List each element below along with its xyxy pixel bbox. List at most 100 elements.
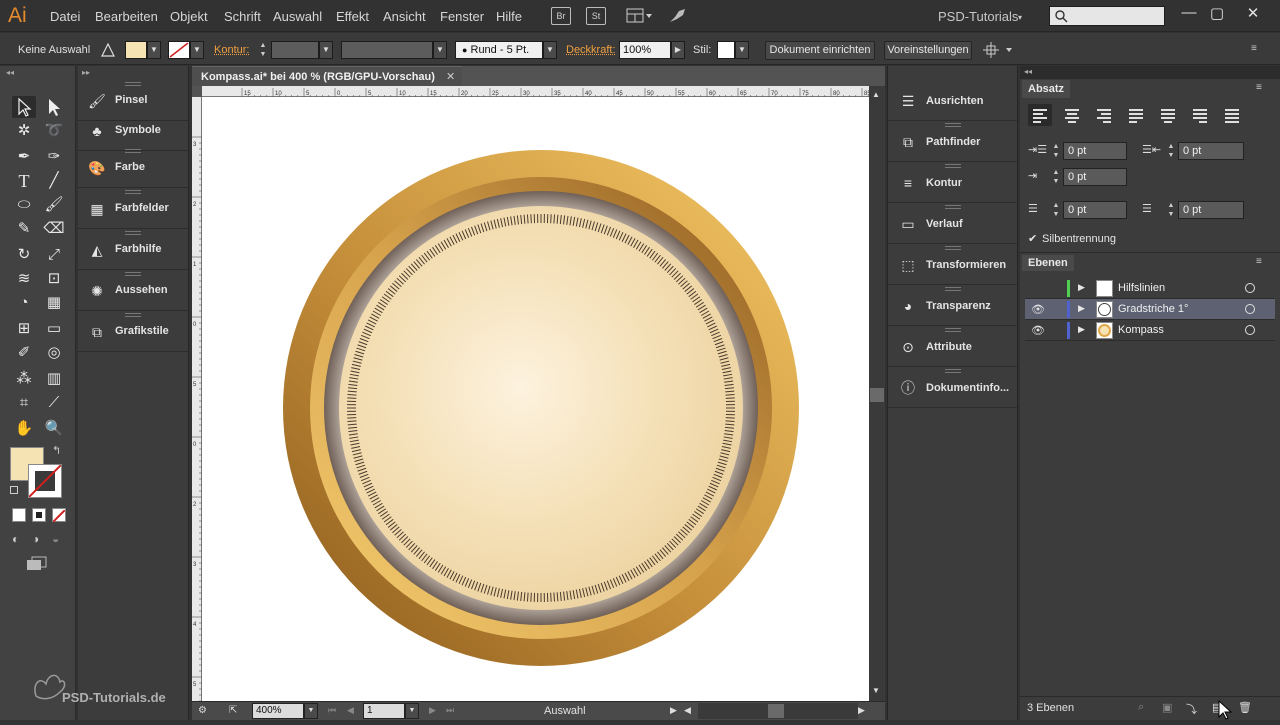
first-line-stepper[interactable]: ▲▼ <box>1050 168 1062 186</box>
none-mode-icon[interactable] <box>52 508 66 522</box>
panel-item-farbhilfe[interactable]: ◭ Farbhilfe <box>78 229 189 270</box>
horizontal-scrollbar[interactable] <box>698 703 858 719</box>
stroke-weight-stepper[interactable]: ▲▼ <box>257 41 269 59</box>
minimize-icon[interactable]: — <box>1178 4 1200 21</box>
horizontal-scroll-thumb[interactable] <box>768 704 784 718</box>
perspective-grid-tool-icon[interactable]: ▦ <box>42 292 66 314</box>
new-sublayer-icon[interactable]: ⤵ <box>1186 701 1197 717</box>
artboard-tool-icon[interactable]: ⌗ <box>12 392 36 414</box>
panel-item-transformieren[interactable]: ⬚ Transformieren <box>888 244 1019 285</box>
compass-artwork[interactable] <box>202 97 869 701</box>
variable-width-profile[interactable] <box>341 41 433 59</box>
stroke-color-swatch[interactable] <box>28 464 62 498</box>
next-artboard-icon[interactable]: ▶ <box>429 705 436 716</box>
color-mode-icon[interactable] <box>12 508 26 522</box>
selection-tool-icon[interactable] <box>12 96 36 118</box>
justify-all-button[interactable] <box>1220 104 1244 126</box>
scale-tool-icon[interactable]: ⤢ <box>42 244 66 266</box>
stroke-weight-input[interactable] <box>271 41 319 59</box>
magic-wand-tool-icon[interactable]: ✲ <box>12 120 36 142</box>
layer-name[interactable]: Kompass <box>1118 324 1164 336</box>
type-tool-icon[interactable]: T <box>12 170 36 192</box>
stroke-dropdown[interactable]: ▼ <box>190 41 204 59</box>
column-graph-tool-icon[interactable]: ▥ <box>42 368 66 390</box>
previous-artboard-icon[interactable]: ◀ <box>347 705 354 716</box>
gpu-performance-button[interactable] <box>667 7 687 25</box>
paragraph-panel-menu-icon[interactable]: ≡ <box>1256 82 1262 93</box>
blend-tool-icon[interactable]: ◎ <box>42 342 66 364</box>
layers-panel-menu-icon[interactable]: ≡ <box>1256 256 1262 267</box>
screen-mode-icon[interactable] <box>26 556 48 572</box>
layer-target-icon[interactable] <box>1245 283 1255 293</box>
draw-normal-icon[interactable]: ◐ <box>12 532 19 546</box>
direct-selection-tool-icon[interactable] <box>42 96 66 118</box>
layer-row[interactable]: ▶ Hilfslinien <box>1025 278 1275 299</box>
scroll-thumb[interactable] <box>870 388 884 402</box>
menu-hilfe[interactable]: Hilfe <box>496 9 522 24</box>
chevron-down-icon[interactable]: ▾ <box>1018 13 1022 22</box>
panel-item-kontur[interactable]: ≡ Kontur <box>888 162 1019 203</box>
eraser-tool-icon[interactable]: ⌫ <box>42 218 66 240</box>
right-indent-stepper[interactable]: ▲▼ <box>1165 142 1177 160</box>
opacity-arrow[interactable]: ▶ <box>671 41 685 59</box>
symbol-sprayer-tool-icon[interactable]: ⁂ <box>12 368 36 390</box>
free-transform-tool-icon[interactable]: ⊡ <box>42 268 66 290</box>
expand-layer-icon[interactable]: ▶ <box>1078 324 1085 335</box>
eye-icon[interactable]: 👁 <box>1031 303 1045 316</box>
preferences-button[interactable]: Voreinstellungen <box>884 41 972 60</box>
vertical-scrollbar[interactable]: ▲ ▼ <box>869 86 885 701</box>
space-after-input[interactable]: 0 pt <box>1178 201 1244 219</box>
export-icon[interactable]: ⇱ <box>229 705 237 716</box>
pen-tool-icon[interactable]: ✒ <box>12 146 36 168</box>
artboard-number-input[interactable]: 1 <box>363 703 405 719</box>
brush-dropdown[interactable]: ▼ <box>543 41 557 59</box>
eyedropper-tool-icon[interactable]: ✐ <box>12 342 36 364</box>
document-tab[interactable]: Kompass.ai* bei 400 % (RGB/GPU-Vorschau)… <box>192 66 462 86</box>
menu-fenster[interactable]: Fenster <box>440 9 484 24</box>
opacity-link[interactable]: Deckkraft: <box>566 44 616 56</box>
zoom-tool-icon[interactable]: 🔍 <box>42 418 66 440</box>
menu-effekt[interactable]: Effekt <box>336 9 369 24</box>
space-before-input[interactable]: 0 pt <box>1063 201 1127 219</box>
collapse-icon[interactable]: ◂◂ <box>6 68 14 77</box>
layer-target-icon[interactable] <box>1245 325 1255 335</box>
left-indent-input[interactable]: 0 pt <box>1063 142 1127 160</box>
gradient-tool-icon[interactable]: ▭ <box>42 318 66 340</box>
locate-object-icon[interactable]: ⌕ <box>1138 701 1144 714</box>
draw-behind-icon[interactable]: ◑ <box>32 532 39 546</box>
panel-item-farbfelder[interactable]: ▦ Farbfelder <box>78 188 189 229</box>
space-after-stepper[interactable]: ▲▼ <box>1165 201 1177 219</box>
default-colors-icon[interactable] <box>10 486 18 494</box>
left-indent-stepper[interactable]: ▲▼ <box>1050 142 1062 160</box>
style-swatch[interactable] <box>717 41 735 59</box>
menu-datei[interactable]: Datei <box>50 9 80 24</box>
rotate-view-icon[interactable]: ⚙ <box>198 705 207 716</box>
expand-layer-icon[interactable]: ▶ <box>1078 282 1085 293</box>
arrange-documents-button[interactable] <box>626 7 654 25</box>
layer-target-icon[interactable] <box>1245 304 1255 314</box>
artboard[interactable] <box>202 97 869 701</box>
opacity-input[interactable]: 100% <box>619 41 671 59</box>
stroke-swatch[interactable] <box>168 41 190 59</box>
scroll-left-icon[interactable]: ◀ <box>684 705 691 716</box>
close-icon[interactable]: ✕ <box>1242 4 1264 22</box>
delete-layer-icon[interactable]: 🗑 <box>1238 701 1252 714</box>
stroke-weight-dropdown[interactable]: ▼ <box>319 41 333 59</box>
line-tool-icon[interactable]: ╱ <box>42 170 66 192</box>
scroll-up-icon[interactable]: ▲ <box>872 90 880 99</box>
first-line-indent-input[interactable]: 0 pt <box>1063 168 1127 186</box>
panel-item-symbole[interactable]: ♣ Symbole <box>78 110 189 151</box>
maximize-icon[interactable]: ▢ <box>1206 4 1228 22</box>
hyphenation-checkbox[interactable]: ✔ <box>1028 232 1037 245</box>
curvature-tool-icon[interactable]: ✑ <box>42 146 66 168</box>
width-tool-icon[interactable]: ≋ <box>12 268 36 290</box>
panel-item-pathfinder[interactable]: ⧉ Pathfinder <box>888 121 1019 162</box>
workspace-switcher[interactable]: PSD-Tutorials <box>938 9 1018 24</box>
layer-row[interactable]: 👁 ▶ Kompass <box>1025 320 1275 341</box>
stock-button[interactable]: St <box>586 7 606 25</box>
align-left-button[interactable] <box>1028 104 1052 126</box>
justify-right-button[interactable] <box>1188 104 1212 126</box>
align-options-button[interactable] <box>983 42 1015 58</box>
status-tool-label[interactable]: Auswahl <box>544 705 586 717</box>
paragraph-panel-title[interactable]: Absatz <box>1022 80 1070 98</box>
